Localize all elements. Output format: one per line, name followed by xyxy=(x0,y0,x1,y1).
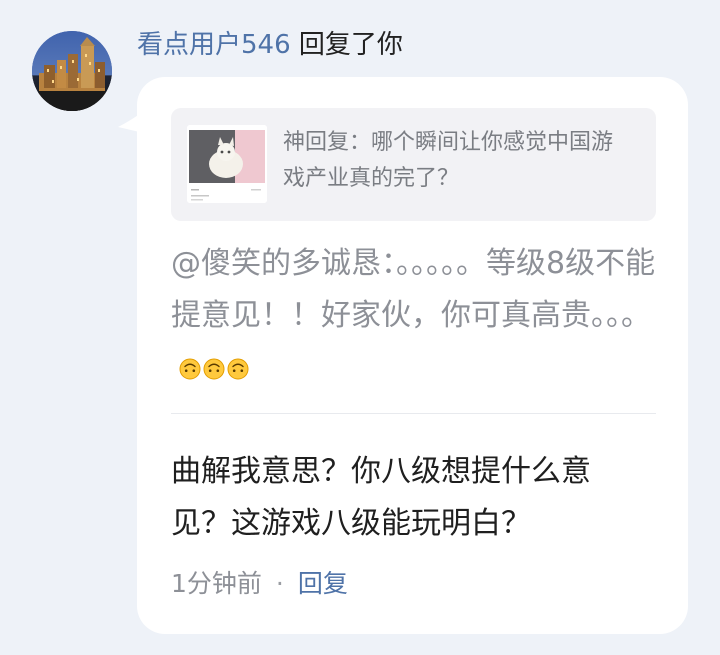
quoted-post-thumbnail xyxy=(187,125,267,203)
username-link[interactable]: 看点用户546 xyxy=(137,30,291,60)
cat-photo-thumbnail xyxy=(187,125,267,203)
reply-comment-text: 曲解我意思？你八级想提什么意见？这游戏八级能玩明白？ xyxy=(171,454,591,541)
notification-header: 看点用户546 回复了你 xyxy=(137,27,403,63)
upside-down-face-icon xyxy=(179,358,201,379)
content-divider xyxy=(171,413,656,414)
comment-meta: 1分钟前 · 回复 xyxy=(171,564,348,604)
quoted-comment-text: @傻笑的多诚恳：。。。。。等级8级不能提意见！！好家伙，你可真高贵。。。 xyxy=(171,246,656,333)
avatar[interactable] xyxy=(32,31,112,111)
reply-action-text: 回复了你 xyxy=(298,30,403,60)
comment-time: 1分钟前 xyxy=(171,569,262,598)
upside-down-face-icon xyxy=(203,358,225,379)
meta-separator: · xyxy=(275,569,284,598)
upside-down-face-icon xyxy=(227,358,249,379)
reply-button[interactable]: 回复 xyxy=(298,564,348,604)
quoted-comment: @傻笑的多诚恳：。。。。。等级8级不能提意见！！好家伙，你可真高贵。。。 xyxy=(171,238,656,394)
quoted-post-title: 神回复：哪个瞬间让你感觉中国游戏产业真的完了？ xyxy=(283,130,614,191)
avatar-image xyxy=(32,31,112,111)
emoji-row xyxy=(179,358,249,380)
